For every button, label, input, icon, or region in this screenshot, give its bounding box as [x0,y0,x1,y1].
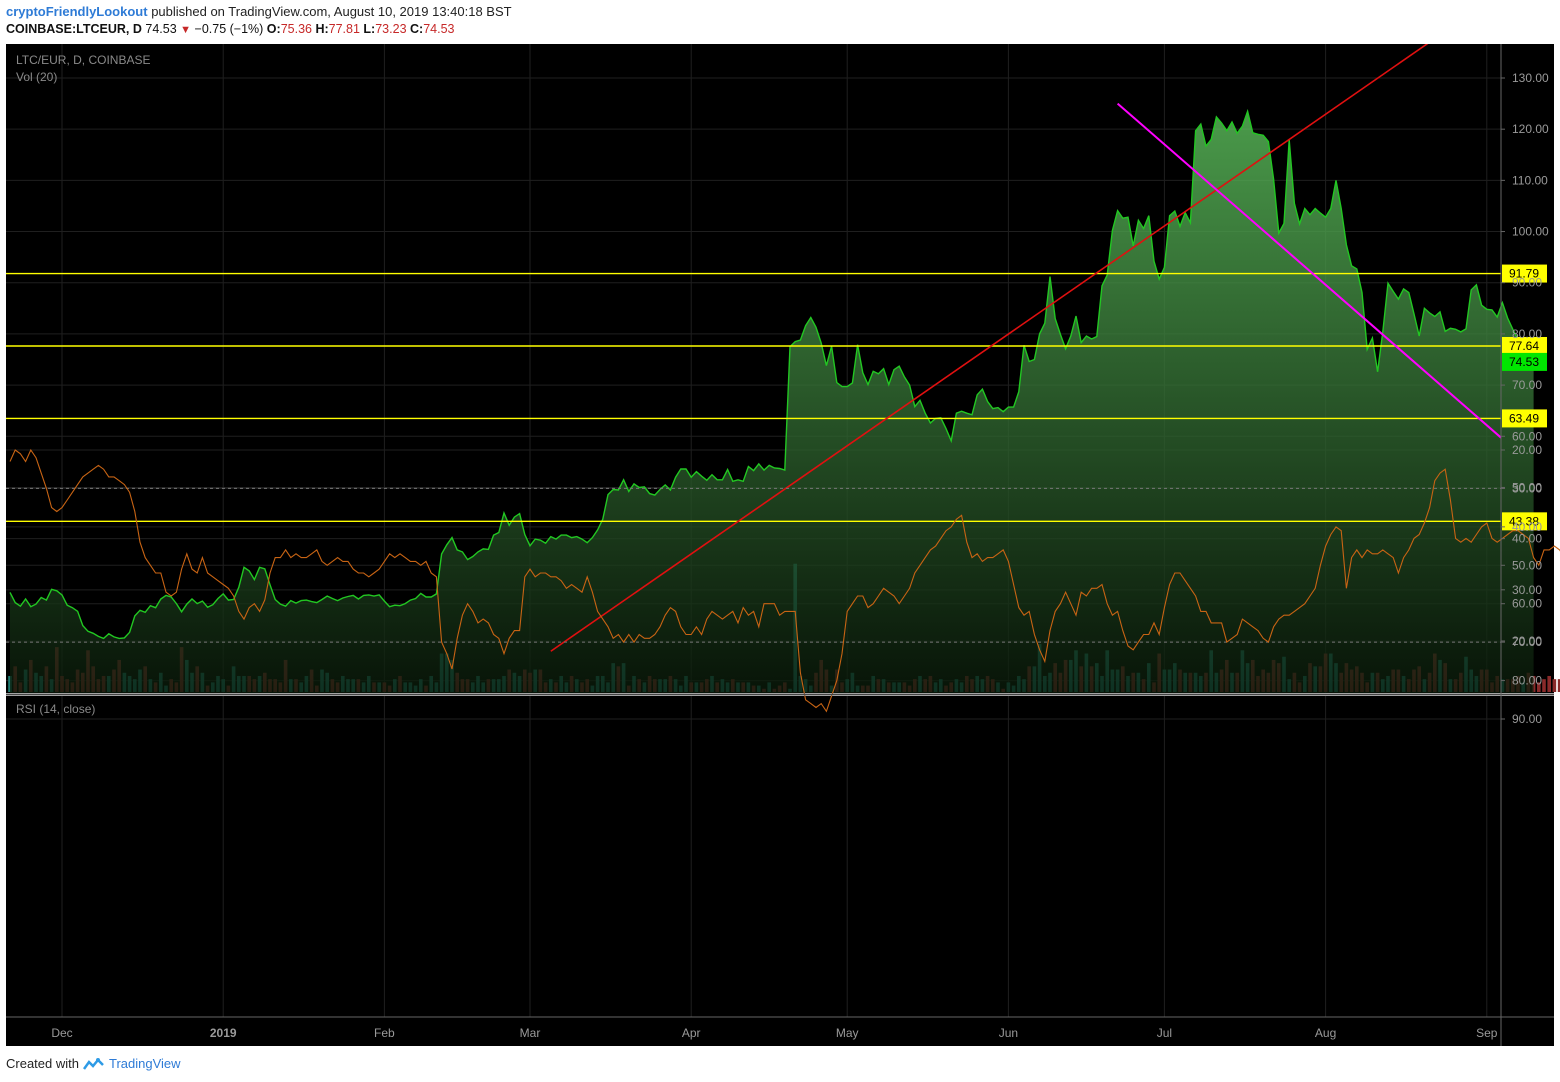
series-title: LTC/EUR, D, COINBASE [16,53,151,67]
level-label: 63.49 [1509,411,1539,425]
rsi-tick-label: 20.00 [1512,443,1542,457]
price-tick-label: 90.00 [1512,276,1542,290]
price-tick-label: 80.00 [1512,327,1542,341]
time-tick-label: Jul [1157,1026,1172,1040]
price-tick-label: 130.00 [1512,71,1549,85]
price-tick-label: 60.00 [1512,429,1542,443]
time-tick-label: Feb [374,1026,395,1040]
volume-bar [1547,675,1551,692]
rsi-tick-label: 40.00 [1512,520,1542,534]
last-price-label: 74.53 [1509,355,1539,369]
time-tick-label: 2019 [210,1026,237,1040]
rsi-tick-label: 80.00 [1512,674,1542,688]
tradingview-logo-icon[interactable] [82,1057,105,1071]
price-tick-label: 120.00 [1512,122,1549,136]
time-tick-label: Mar [520,1026,541,1040]
rsi-title: RSI (14, close) [16,702,96,716]
tradingview-link[interactable]: TradingView [109,1056,181,1071]
price-tick-label: 100.00 [1512,225,1549,239]
volume-title: Vol (20) [16,70,58,84]
time-tick-label: Jun [999,1026,1018,1040]
price-tick-label: 110.00 [1512,173,1548,187]
price-tick-label: 70.00 [1512,378,1542,392]
created-with-label: Created with [6,1056,79,1071]
time-tick-label: Aug [1315,1026,1336,1040]
rsi-axis-background [1501,696,1554,1017]
time-tick-label: Sep [1476,1026,1498,1040]
chart-canvas[interactable]: 91.7977.6463.4943.3874.53 20.0030.0040.0… [0,0,1560,1082]
volume-bar [1552,679,1557,692]
time-tick-label: Dec [51,1026,72,1040]
volume-bar [1542,679,1546,692]
rsi-tick-label: 50.00 [1512,558,1542,572]
rsi-tick-label: 30.00 [1512,481,1542,495]
price-tick-label: 30.00 [1512,583,1542,597]
rsi-tick-label: 70.00 [1512,635,1542,649]
footer: Created with TradingView [6,1056,181,1071]
rsi-tick-label: 90.00 [1512,712,1542,726]
rsi-pane-background [6,696,1501,1017]
level-label: 77.64 [1509,339,1539,353]
time-tick-label: May [836,1026,859,1040]
rsi-tick-label: 60.00 [1512,597,1542,611]
time-tick-label: Apr [682,1026,701,1040]
